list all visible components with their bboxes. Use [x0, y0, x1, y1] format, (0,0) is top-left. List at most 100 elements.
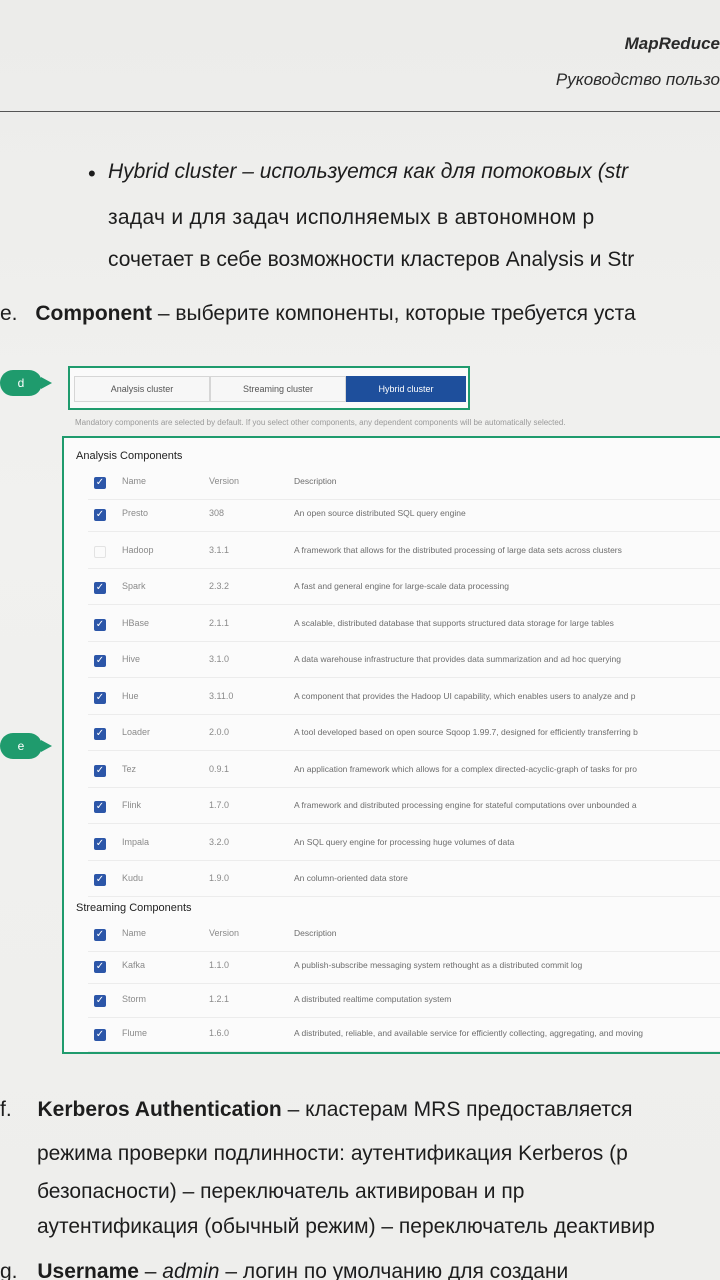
component-version: 2.0.0	[209, 727, 230, 737]
component-version: 2.3.2	[209, 581, 230, 591]
component-name: Flink	[122, 800, 142, 810]
component-row[interactable]: ✓ HBase 2.1.1 A scalable, distributed datab…	[64, 616, 720, 642]
component-version: 1.7.0	[209, 800, 230, 810]
header-subtitle: Руководство пользо	[555, 70, 720, 89]
item-e-text: – выберите компоненты, которые требуется…	[152, 302, 636, 325]
component-description: An column-oriented data store	[294, 873, 408, 883]
bullet-text: Hybrid cluster – используется как для по…	[108, 160, 629, 183]
item-g-text: – логин по умолчанию для создани	[219, 1260, 569, 1280]
analysis-select-all-checkbox[interactable]: ✓	[94, 477, 106, 489]
component-checkbox[interactable]: ✓	[94, 995, 106, 1007]
callout-badge-d: d	[0, 370, 52, 396]
component-name: Hue	[122, 690, 139, 701]
component-checkbox[interactable]: ✓	[94, 764, 106, 777]
col-name: Name	[122, 928, 147, 938]
component-row[interactable]: ✓ Loader 2.0.0 A tool developed based on op…	[64, 725, 720, 751]
component-checkbox[interactable]: ✓	[94, 801, 106, 813]
tab-analysis-cluster[interactable]: Analysis cluster	[74, 376, 210, 402]
component-checkbox[interactable]: ✓	[94, 874, 106, 886]
component-row[interactable]: ✓ Flink 1.7.0 A framework and distributed p…	[64, 798, 720, 824]
component-row[interactable]: ✓ Tez 0.9.1 An application framework which …	[64, 762, 720, 788]
streaming-select-all-checkbox[interactable]: ✓	[94, 929, 106, 941]
col-description: Description	[294, 476, 337, 486]
component-row[interactable]: Hadoop 3.1.1 A framework that allows for t…	[64, 543, 720, 569]
component-checkbox[interactable]: ✓	[94, 691, 106, 704]
component-description: An application framework which allows fo…	[294, 763, 637, 774]
component-description: A component that provides the Hadoop UI …	[294, 690, 636, 701]
document-page: MapReduce Руководство пользо • Hybrid cl…	[0, 0, 720, 1280]
component-checkbox[interactable]: ✓	[94, 618, 106, 631]
component-row[interactable]: ✓ Kudu 1.9.0 An column-oriented data store	[64, 871, 720, 897]
streaming-components-title: Streaming Components	[76, 902, 192, 914]
item-f-line-2: режима проверки подлинности: аутентифика…	[37, 1142, 628, 1165]
component-row[interactable]: ✓ Hive 3.1.0 A data warehouse infrastructur…	[64, 652, 720, 678]
component-name: Flume	[122, 1028, 148, 1038]
component-checkbox[interactable]: ✓	[94, 1029, 106, 1041]
bullet-dot: •	[88, 161, 96, 186]
component-version: 3.1.1	[209, 544, 230, 555]
component-name: Loader	[122, 727, 151, 737]
col-version: Version	[209, 928, 240, 938]
callout-badge-e: e	[0, 733, 52, 759]
component-description: A fast and general engine for large-scal…	[294, 581, 509, 591]
component-version: 308	[209, 508, 225, 518]
component-version: 1.1.0	[209, 960, 230, 970]
component-checkbox[interactable]: ✓	[94, 655, 106, 667]
component-row[interactable]: ✓ Hue 3.11.0 A component that provides the …	[64, 689, 720, 715]
component-name: Hadoop	[122, 544, 154, 555]
component-row[interactable]: ✓ Impala 3.2.0 An SQL query engine for proc…	[64, 835, 720, 861]
component-row[interactable]: ✓ Storm 1.2.1 A distributed realtime comput…	[64, 992, 720, 1018]
item-e-term: Component	[35, 302, 153, 325]
component-name: Tez	[122, 763, 137, 774]
col-description: Description	[294, 928, 337, 938]
item-g-marker: g.	[0, 1260, 18, 1280]
component-checkbox[interactable]: ✓	[94, 961, 106, 973]
component-row[interactable]: ✓ Presto 308 An open source distributed SQL…	[64, 506, 720, 532]
streaming-header-row: ✓ Name Version Description	[64, 926, 720, 952]
component-version: 3.1.0	[209, 654, 230, 664]
component-row[interactable]: ✓ Kafka 1.1.0 A publish-subscribe messaging…	[64, 958, 720, 984]
analysis-header-row: ✓ Name Version Description	[64, 474, 720, 500]
tab-hybrid-cluster[interactable]: Hybrid cluster	[346, 376, 466, 402]
component-name: Hive	[122, 654, 141, 664]
item-f-line-4: аутентификация (обычный режим) – переклю…	[37, 1215, 655, 1238]
item-g-term: Username	[37, 1260, 139, 1280]
component-version: 0.9.1	[209, 763, 230, 774]
component-name: Spark	[122, 581, 146, 591]
component-version: 1.9.0	[209, 873, 230, 883]
component-name: Storm	[122, 994, 147, 1004]
component-checkbox[interactable]: ✓	[94, 509, 106, 521]
tab-streaming-cluster[interactable]: Streaming cluster	[210, 376, 346, 402]
item-f-text: – кластерам MRS предоставляется	[281, 1098, 633, 1121]
item-g-dash: –	[138, 1260, 163, 1280]
component-name: HBase	[122, 617, 150, 628]
component-description: A scalable, distributed database that su…	[294, 617, 614, 628]
component-checkbox[interactable]	[94, 545, 106, 558]
col-version: Version	[209, 476, 240, 486]
item-g: g. Username – admin – логин по умолчанию…	[0, 1260, 568, 1280]
component-description: A publish-subscribe messaging system ret…	[294, 960, 583, 970]
bullet-line-1: Hybrid cluster – используется как для по…	[108, 160, 628, 184]
component-name: Kafka	[122, 960, 146, 970]
component-row[interactable]: ✓ Flume 1.6.0 A distributed, reliable, and …	[64, 1026, 720, 1052]
component-checkbox[interactable]: ✓	[94, 728, 106, 740]
item-f-marker: f.	[0, 1098, 12, 1121]
component-checkbox[interactable]: ✓	[94, 582, 106, 594]
cluster-type-tabs: Analysis cluster Streaming cluster Hybri…	[68, 366, 470, 410]
component-version: 3.2.0	[209, 836, 230, 847]
component-description: An SQL query engine for processing huge …	[294, 836, 515, 847]
component-description: A tool developed based on open source Sq…	[294, 727, 638, 737]
component-description: A distributed realtime computation syste…	[294, 994, 452, 1004]
analysis-components-title: Analysis Components	[76, 450, 183, 462]
component-name: Impala	[122, 836, 150, 847]
mandatory-note: Mandatory components are selected by def…	[75, 418, 566, 427]
component-row[interactable]: ✓ Spark 2.3.2 A fast and general engine for…	[64, 579, 720, 605]
component-description: A distributed, reliable, and available s…	[294, 1028, 644, 1038]
col-name: Name	[122, 476, 147, 486]
component-version: 1.6.0	[209, 1028, 230, 1038]
header-divider	[0, 111, 720, 112]
component-checkbox[interactable]: ✓	[94, 837, 106, 850]
component-description: A framework that allows for the distribu…	[294, 544, 622, 555]
components-panel: Analysis Components ✓ Name Version Descr…	[62, 436, 720, 1054]
component-name: Presto	[122, 508, 149, 518]
